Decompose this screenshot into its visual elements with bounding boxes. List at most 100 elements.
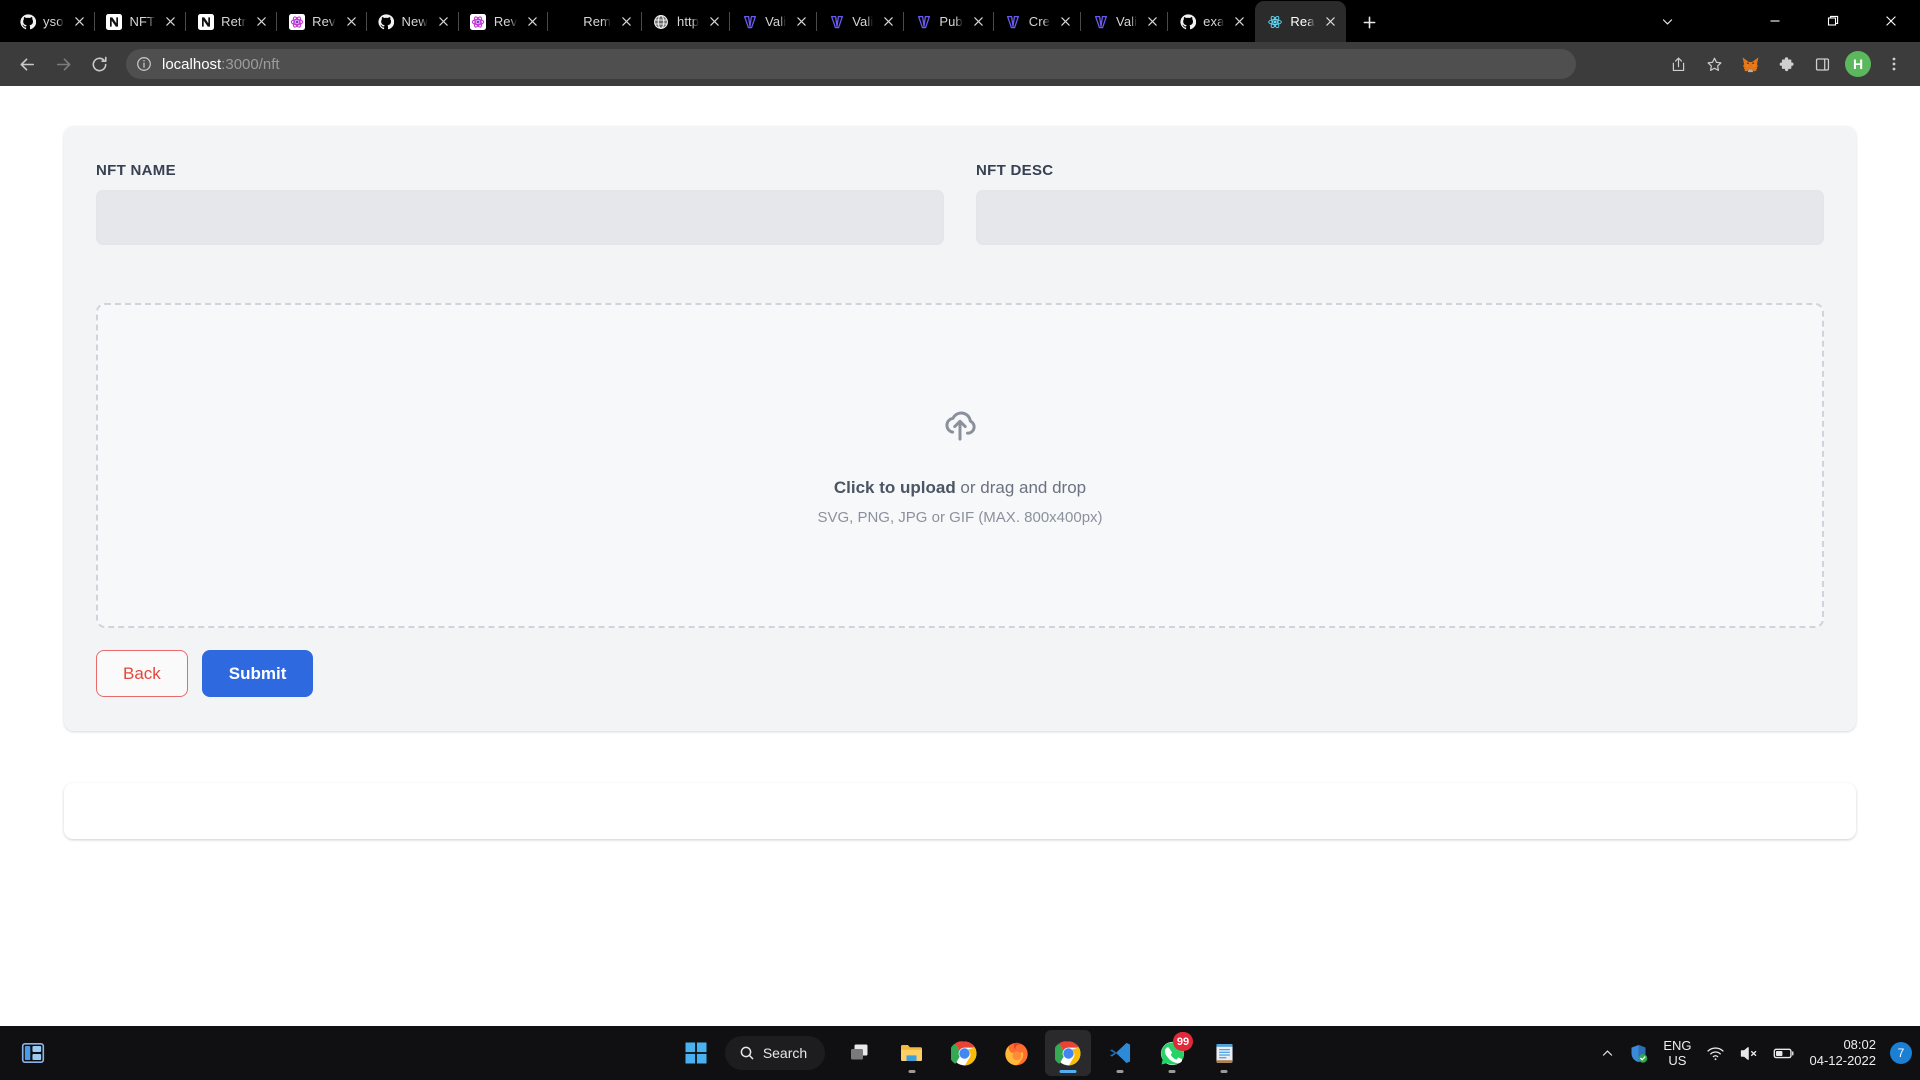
file-upload-dropzone[interactable]: Click to upload or drag and drop SVG, PN… <box>96 303 1824 628</box>
close-tab-icon[interactable] <box>1057 13 1074 30</box>
browser-tab[interactable]: yso <box>8 1 95 42</box>
browser-tab[interactable]: Vali <box>730 1 818 42</box>
extensions-icon[interactable] <box>1770 48 1802 80</box>
close-tab-icon[interactable] <box>253 13 270 30</box>
vercel-icon <box>741 13 758 30</box>
file-explorer-icon[interactable] <box>889 1030 935 1076</box>
search-icon <box>740 1046 754 1060</box>
back-button[interactable] <box>10 47 44 81</box>
language-line-1: ENG <box>1663 1038 1692 1053</box>
close-tab-icon[interactable] <box>71 13 88 30</box>
windows-security-icon[interactable] <box>1628 1043 1649 1064</box>
bookmark-star-icon[interactable] <box>1698 48 1730 80</box>
close-tab-icon[interactable] <box>618 13 635 30</box>
battery-icon[interactable] <box>1772 1041 1796 1065</box>
browser-tab[interactable]: Rem <box>548 1 642 42</box>
chrome-menu-icon[interactable] <box>1878 48 1910 80</box>
visual-studio-code-icon[interactable] <box>1097 1030 1143 1076</box>
form-actions: Back Submit <box>96 650 1824 697</box>
browser-tab[interactable]: Cre <box>994 1 1082 42</box>
clock[interactable]: 08:02 04-12-2022 <box>1810 1037 1877 1069</box>
windows-taskbar: Search 99 ENG US 08:02 04-12-2022 7 <box>0 1026 1920 1080</box>
tab-title: Vali <box>1116 14 1138 29</box>
minimize-button[interactable] <box>1746 0 1804 42</box>
site-info-icon[interactable] <box>136 56 154 72</box>
task-view-icon[interactable] <box>837 1030 883 1076</box>
browser-tab[interactable]: New <box>367 1 459 42</box>
google-chrome-icon[interactable] <box>941 1030 987 1076</box>
share-icon[interactable] <box>1662 48 1694 80</box>
browser-tab[interactable]: NFT <box>95 1 187 42</box>
react-icon <box>1266 13 1283 30</box>
dropzone-click-to-upload: Click to upload <box>833 478 956 497</box>
window-controls <box>1746 0 1920 42</box>
close-tab-icon[interactable] <box>880 13 897 30</box>
nft-name-field-group: NFT NAME <box>96 162 944 245</box>
nft-desc-field-group: NFT DESC <box>976 162 1824 245</box>
avatar-initial: H <box>1845 51 1871 77</box>
new-tab-button[interactable] <box>1353 5 1387 39</box>
tab-strip: yso NFT Retr Rev New Rev Rem http Vali Vali Pub Cre… <box>0 0 1920 42</box>
reload-button[interactable] <box>82 47 116 81</box>
language-indicator[interactable]: ENG US <box>1663 1038 1691 1068</box>
address-bar[interactable]: localhost:3000/nft <box>126 49 1576 79</box>
notepad-icon[interactable] <box>1201 1030 1247 1076</box>
taskbar-search[interactable]: Search <box>724 1036 826 1070</box>
close-tab-icon[interactable] <box>1322 13 1339 30</box>
close-tab-icon[interactable] <box>793 13 810 30</box>
system-tray: ENG US 08:02 04-12-2022 7 <box>1601 1037 1912 1069</box>
whatsapp-icon[interactable]: 99 <box>1149 1030 1195 1076</box>
wifi-icon[interactable] <box>1706 1044 1725 1063</box>
google-chrome-active-icon[interactable] <box>1045 1030 1092 1076</box>
show-hidden-icons-chevron[interactable] <box>1601 1047 1614 1060</box>
browser-tab[interactable]: exa <box>1168 1 1255 42</box>
volume-muted-icon[interactable] <box>1739 1044 1758 1063</box>
toolbar-icons: H <box>1662 48 1910 80</box>
tab-title: Cre <box>1028 14 1051 29</box>
browser-tab[interactable]: Rea <box>1255 1 1346 42</box>
nft-desc-input[interactable] <box>976 190 1824 245</box>
tab-title: Vali <box>852 14 874 29</box>
browser-tab[interactable]: Rev <box>459 1 549 42</box>
close-tab-icon[interactable] <box>435 13 452 30</box>
forward-button[interactable] <box>46 47 80 81</box>
tab-title: Rem <box>583 14 611 29</box>
tab-search-button[interactable] <box>1646 0 1688 42</box>
running-indicator <box>908 1070 916 1073</box>
taskbar-left <box>10 1030 56 1076</box>
tab-title: Vali <box>765 14 787 29</box>
back-button[interactable]: Back <box>96 650 188 697</box>
browser-tab[interactable]: Retr <box>186 1 278 42</box>
close-window-button[interactable] <box>1862 0 1920 42</box>
rev-icon <box>288 13 305 30</box>
running-indicator <box>1220 1070 1228 1073</box>
active-indicator <box>1059 1070 1077 1073</box>
dropzone-primary-text: Click to upload or drag and drop <box>834 478 1086 498</box>
browser-tab[interactable]: Vali <box>817 1 905 42</box>
start-button[interactable] <box>673 1030 719 1076</box>
nft-name-input[interactable] <box>96 190 944 245</box>
submit-button[interactable]: Submit <box>201 650 314 697</box>
browser-tab[interactable]: Pub <box>904 1 994 42</box>
widgets-icon[interactable] <box>10 1030 56 1076</box>
metamask-icon[interactable] <box>1734 48 1766 80</box>
browser-tab[interactable]: Vali <box>1081 1 1169 42</box>
github-icon <box>1179 13 1196 30</box>
close-tab-icon[interactable] <box>970 13 987 30</box>
profile-avatar[interactable]: H <box>1842 48 1874 80</box>
maximize-restore-button[interactable] <box>1804 0 1862 42</box>
tab-title: Retr <box>221 14 247 29</box>
close-tab-icon[interactable] <box>524 13 541 30</box>
close-tab-icon[interactable] <box>1231 13 1248 30</box>
side-panel-icon[interactable] <box>1806 48 1838 80</box>
browser-tab[interactable]: Rev <box>277 1 367 42</box>
close-tab-icon[interactable] <box>1144 13 1161 30</box>
browser-tab[interactable]: http <box>642 1 731 42</box>
close-tab-icon[interactable] <box>162 13 179 30</box>
notification-badge[interactable]: 7 <box>1890 1042 1912 1064</box>
url-path: :3000/nft <box>221 55 280 73</box>
mozilla-firefox-icon[interactable] <box>993 1030 1039 1076</box>
close-tab-icon[interactable] <box>706 13 723 30</box>
notion-icon <box>197 13 214 30</box>
close-tab-icon[interactable] <box>343 13 360 30</box>
